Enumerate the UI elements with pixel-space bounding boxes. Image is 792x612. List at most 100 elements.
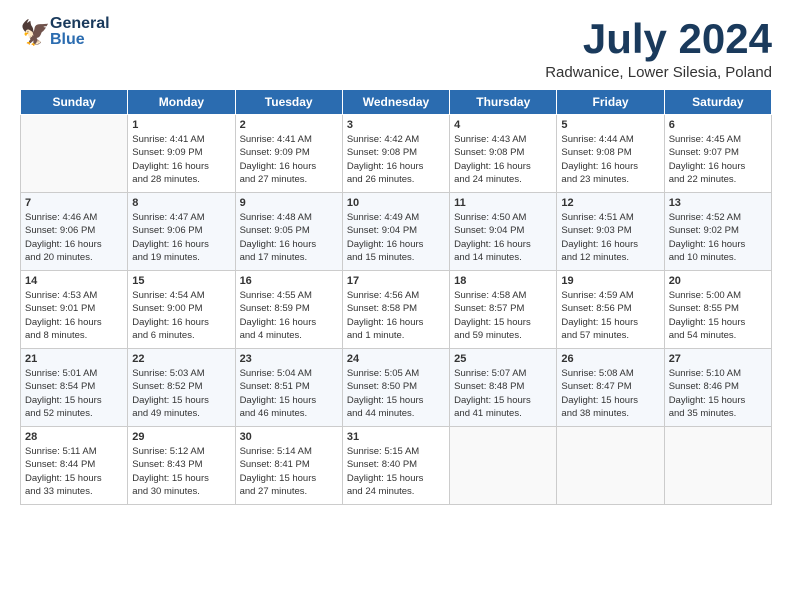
- day-cell: 8 Sunrise: 4:47 AM Sunset: 9:06 PM Daylig…: [128, 193, 235, 271]
- day-info: Sunrise: 4:45 AM Sunset: 9:07 PM Dayligh…: [669, 133, 767, 186]
- day-number: 3: [347, 119, 445, 131]
- day-number: 14: [25, 275, 123, 287]
- day-cell: 2Sunrise: 4:41 AM Sunset: 9:09 PM Daylig…: [235, 115, 342, 193]
- calendar-body: 1Sunrise: 4:41 AM Sunset: 9:09 PM Daylig…: [21, 115, 772, 505]
- day-info: Sunrise: 4:49 AM Sunset: 9:04 PM Dayligh…: [347, 211, 445, 264]
- day-number: 28: [25, 431, 123, 443]
- day-number: 24: [347, 353, 445, 365]
- week-row-3: 21 Sunrise: 5:01 AM Sunset: 8:54 PM Dayli…: [21, 349, 772, 427]
- day-cell: [557, 427, 664, 505]
- week-row-0: 1Sunrise: 4:41 AM Sunset: 9:09 PM Daylig…: [21, 115, 772, 193]
- day-cell: 1Sunrise: 4:41 AM Sunset: 9:09 PM Daylig…: [128, 115, 235, 193]
- col-thursday: Thursday: [450, 90, 557, 115]
- day-cell: 5 Sunrise: 4:44 AM Sunset: 9:08 PM Daylig…: [557, 115, 664, 193]
- day-cell: [21, 115, 128, 193]
- day-cell: 13Sunrise: 4:52 AM Sunset: 9:02 PM Dayli…: [664, 193, 771, 271]
- day-number: 21: [25, 353, 123, 365]
- day-number: 29: [132, 431, 230, 443]
- day-number: 4: [454, 119, 552, 131]
- day-number: 27: [669, 353, 767, 365]
- day-info: Sunrise: 4:56 AM Sunset: 8:58 PM Dayligh…: [347, 289, 445, 342]
- day-cell: 11Sunrise: 4:50 AM Sunset: 9:04 PM Dayli…: [450, 193, 557, 271]
- month-title: July 2024: [545, 16, 772, 62]
- day-number: 18: [454, 275, 552, 287]
- location: Radwanice, Lower Silesia, Poland: [545, 64, 772, 81]
- day-number: 17: [347, 275, 445, 287]
- day-number: 9: [240, 197, 338, 209]
- day-cell: 31Sunrise: 5:15 AM Sunset: 8:40 PM Dayli…: [342, 427, 449, 505]
- header: 🦅 General Blue July 2024 Radwanice, Lowe…: [20, 16, 772, 81]
- day-info: Sunrise: 4:46 AM Sunset: 9:06 PM Dayligh…: [25, 211, 123, 264]
- day-cell: 28 Sunrise: 5:11 AM Sunset: 8:44 PM Dayli…: [21, 427, 128, 505]
- day-number: 16: [240, 275, 338, 287]
- day-number: 10: [347, 197, 445, 209]
- day-cell: 14 Sunrise: 4:53 AM Sunset: 9:01 PM Dayli…: [21, 271, 128, 349]
- day-info: Sunrise: 5:01 AM Sunset: 8:54 PM Dayligh…: [25, 367, 123, 420]
- logo-text-block: General Blue: [50, 16, 110, 48]
- day-info: Sunrise: 4:51 AM Sunset: 9:03 PM Dayligh…: [561, 211, 659, 264]
- day-number: 13: [669, 197, 767, 209]
- day-info: Sunrise: 5:05 AM Sunset: 8:50 PM Dayligh…: [347, 367, 445, 420]
- day-info: Sunrise: 5:14 AM Sunset: 8:41 PM Dayligh…: [240, 445, 338, 498]
- day-cell: 19Sunrise: 4:59 AM Sunset: 8:56 PM Dayli…: [557, 271, 664, 349]
- day-info: Sunrise: 4:42 AM Sunset: 9:08 PM Dayligh…: [347, 133, 445, 186]
- day-cell: 27 Sunrise: 5:10 AM Sunset: 8:46 PM Dayli…: [664, 349, 771, 427]
- day-cell: 15Sunrise: 4:54 AM Sunset: 9:00 PM Dayli…: [128, 271, 235, 349]
- col-saturday: Saturday: [664, 90, 771, 115]
- day-info: Sunrise: 5:04 AM Sunset: 8:51 PM Dayligh…: [240, 367, 338, 420]
- page: 🦅 General Blue July 2024 Radwanice, Lowe…: [0, 0, 792, 612]
- day-info: Sunrise: 4:53 AM Sunset: 9:01 PM Dayligh…: [25, 289, 123, 342]
- day-cell: [450, 427, 557, 505]
- day-info: Sunrise: 5:08 AM Sunset: 8:47 PM Dayligh…: [561, 367, 659, 420]
- day-number: 26: [561, 353, 659, 365]
- day-cell: 23 Sunrise: 5:04 AM Sunset: 8:51 PM Dayli…: [235, 349, 342, 427]
- col-tuesday: Tuesday: [235, 90, 342, 115]
- day-info: Sunrise: 4:48 AM Sunset: 9:05 PM Dayligh…: [240, 211, 338, 264]
- day-info: Sunrise: 5:15 AM Sunset: 8:40 PM Dayligh…: [347, 445, 445, 498]
- day-info: Sunrise: 4:58 AM Sunset: 8:57 PM Dayligh…: [454, 289, 552, 342]
- day-number: 30: [240, 431, 338, 443]
- day-info: Sunrise: 5:11 AM Sunset: 8:44 PM Dayligh…: [25, 445, 123, 498]
- day-info: Sunrise: 5:00 AM Sunset: 8:55 PM Dayligh…: [669, 289, 767, 342]
- day-cell: 26 Sunrise: 5:08 AM Sunset: 8:47 PM Dayli…: [557, 349, 664, 427]
- day-cell: 9 Sunrise: 4:48 AM Sunset: 9:05 PM Daylig…: [235, 193, 342, 271]
- week-row-4: 28 Sunrise: 5:11 AM Sunset: 8:44 PM Dayli…: [21, 427, 772, 505]
- week-row-1: 7 Sunrise: 4:46 AM Sunset: 9:06 PM Daylig…: [21, 193, 772, 271]
- logo-general: General: [50, 16, 110, 32]
- day-number: 5: [561, 119, 659, 131]
- day-cell: 10 Sunrise: 4:49 AM Sunset: 9:04 PM Dayli…: [342, 193, 449, 271]
- day-number: 8: [132, 197, 230, 209]
- day-cell: 22 Sunrise: 5:03 AM Sunset: 8:52 PM Dayli…: [128, 349, 235, 427]
- day-number: 6: [669, 119, 767, 131]
- col-monday: Monday: [128, 90, 235, 115]
- day-number: 12: [561, 197, 659, 209]
- col-sunday: Sunday: [21, 90, 128, 115]
- day-number: 11: [454, 197, 552, 209]
- day-cell: 3 Sunrise: 4:42 AM Sunset: 9:08 PM Daylig…: [342, 115, 449, 193]
- logo: 🦅 General Blue: [20, 16, 110, 48]
- day-number: 23: [240, 353, 338, 365]
- day-cell: 24 Sunrise: 5:05 AM Sunset: 8:50 PM Dayli…: [342, 349, 449, 427]
- day-number: 20: [669, 275, 767, 287]
- day-number: 2: [240, 119, 338, 131]
- day-info: Sunrise: 4:44 AM Sunset: 9:08 PM Dayligh…: [561, 133, 659, 186]
- day-cell: 7 Sunrise: 4:46 AM Sunset: 9:06 PM Daylig…: [21, 193, 128, 271]
- day-number: 22: [132, 353, 230, 365]
- col-friday: Friday: [557, 90, 664, 115]
- day-cell: 16Sunrise: 4:55 AM Sunset: 8:59 PM Dayli…: [235, 271, 342, 349]
- day-cell: 30 Sunrise: 5:14 AM Sunset: 8:41 PM Dayli…: [235, 427, 342, 505]
- day-info: Sunrise: 5:10 AM Sunset: 8:46 PM Dayligh…: [669, 367, 767, 420]
- day-number: 7: [25, 197, 123, 209]
- day-info: Sunrise: 5:03 AM Sunset: 8:52 PM Dayligh…: [132, 367, 230, 420]
- day-cell: 21 Sunrise: 5:01 AM Sunset: 8:54 PM Dayli…: [21, 349, 128, 427]
- day-cell: 6 Sunrise: 4:45 AM Sunset: 9:07 PM Daylig…: [664, 115, 771, 193]
- day-cell: 17 Sunrise: 4:56 AM Sunset: 8:58 PM Dayli…: [342, 271, 449, 349]
- day-info: Sunrise: 5:07 AM Sunset: 8:48 PM Dayligh…: [454, 367, 552, 420]
- day-cell: [664, 427, 771, 505]
- day-info: Sunrise: 4:47 AM Sunset: 9:06 PM Dayligh…: [132, 211, 230, 264]
- day-cell: 20 Sunrise: 5:00 AM Sunset: 8:55 PM Dayli…: [664, 271, 771, 349]
- logo-blue: Blue: [50, 32, 110, 48]
- week-row-2: 14 Sunrise: 4:53 AM Sunset: 9:01 PM Dayli…: [21, 271, 772, 349]
- svg-text:🦅: 🦅: [20, 18, 48, 46]
- day-info: Sunrise: 5:12 AM Sunset: 8:43 PM Dayligh…: [132, 445, 230, 498]
